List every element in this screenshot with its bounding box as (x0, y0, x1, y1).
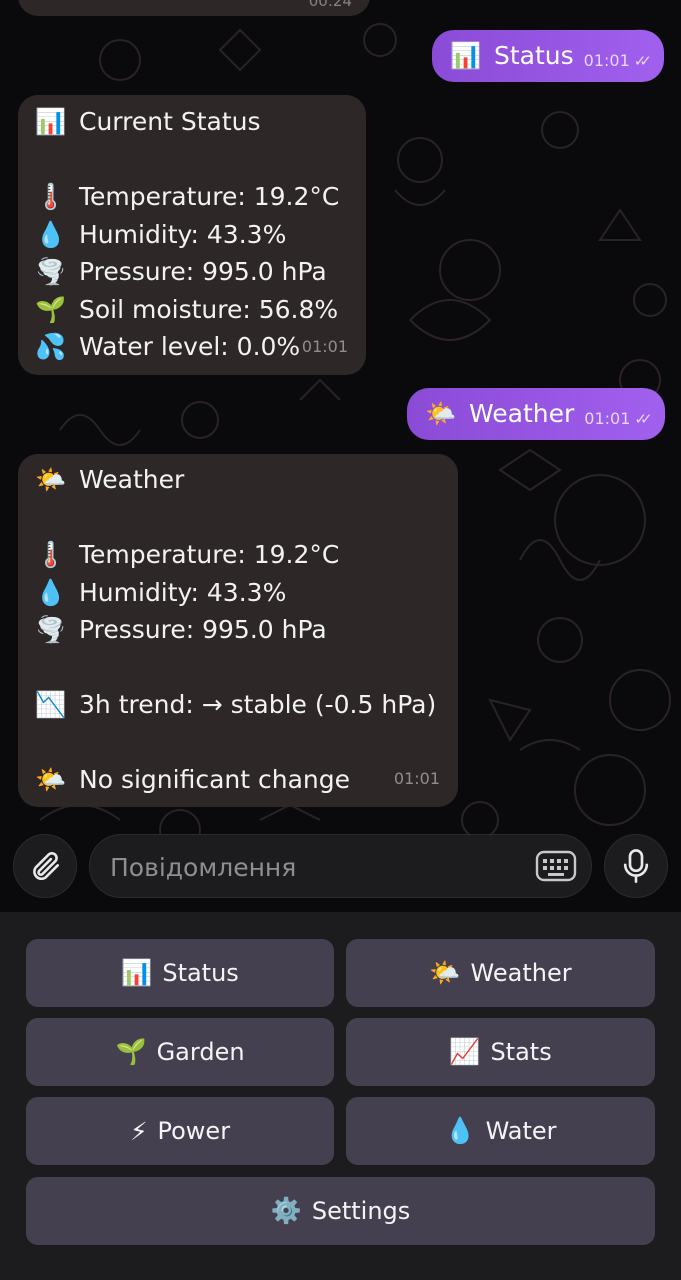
line-text: Water level: 0.0% (79, 332, 301, 361)
line-emoji-icon: 🌡️ (35, 540, 67, 569)
incoming-message-status[interactable]: 📊 Current Status 🌡️ Temperature: 19.2°C 💧 Hum… (18, 95, 366, 375)
message-line: 🌪️ Pressure: 995.0 hPa (35, 253, 366, 291)
line-emoji-icon: 🌪️ (35, 615, 67, 644)
line-text: Pressure: 995.0 hPa (79, 615, 327, 644)
line-text: Humidity: 43.3% (79, 219, 287, 249)
keyboard-button-power[interactable]: ⚡ Power (26, 1097, 334, 1165)
incoming-message-weather[interactable]: 🌤️ Weather 🌡️ Temperature: 19.2°C 💧 Humidity:… (18, 454, 458, 807)
button-label: Weather (470, 959, 572, 987)
sun-behind-cloud-icon: 🌤️ (429, 958, 461, 987)
keyboard-button-garden[interactable]: 🌱 Garden (26, 1018, 334, 1086)
message-time: 00:24 (308, 0, 352, 10)
button-label: Power (157, 1117, 231, 1145)
line-text: Humidity: 43.3% (79, 577, 287, 607)
read-checkmarks-icon: ✓✓ (634, 409, 652, 428)
bar-chart-icon: 📊 (450, 41, 482, 71)
message-input-container (89, 834, 592, 899)
chat-screen: 00:24 📊 Status 01:01 ✓✓ 📊 Current Status 🌡️… (0, 0, 681, 1280)
message-input[interactable] (108, 835, 512, 899)
message-line: 🌪️ Pressure: 995.0 hPa (35, 611, 458, 649)
message-time: 01:01 (301, 336, 348, 356)
read-checkmarks-icon: ✓✓ (633, 51, 652, 70)
message-line: 🌡️ Temperature: 19.2°C (35, 536, 458, 574)
line-emoji-icon: 🌤️ (35, 465, 67, 494)
message-time: 01:01 (393, 768, 440, 788)
lightning-icon: ⚡ (129, 1116, 148, 1146)
line-emoji-icon: 💦 (35, 332, 67, 361)
message-line: 💧 Humidity: 43.3% (35, 574, 458, 612)
outgoing-message-weather[interactable]: 🌤️ Weather 01:01 ✓✓ (407, 388, 665, 440)
microphone-icon (623, 849, 649, 883)
message-line: 📊 Current Status (35, 103, 366, 141)
sun-behind-cloud-icon: 🌤️ (425, 399, 457, 429)
button-label: Garden (156, 1038, 245, 1066)
line-emoji-icon: 💧 (35, 577, 67, 607)
message-line: 🌤️ Weather (35, 461, 458, 499)
message-text: Status (494, 41, 574, 71)
keyboard-button-settings[interactable]: ⚙️ Settings (26, 1177, 655, 1245)
microphone-button[interactable] (604, 834, 668, 898)
chat-background: 00:24 📊 Status 01:01 ✓✓ 📊 Current Status 🌡️… (0, 0, 681, 912)
line-emoji-icon: 📊 (35, 107, 67, 136)
line-text: Pressure: 995.0 hPa (79, 257, 327, 286)
paperclip-icon (33, 852, 60, 881)
line-text: Weather (79, 465, 185, 494)
line-emoji-icon: 🌡️ (35, 182, 67, 211)
line-emoji-icon: 🌪️ (35, 257, 67, 286)
line-text: Temperature: 19.2°C (79, 182, 340, 211)
keyboard-button-status[interactable]: 📊 Status (26, 939, 334, 1007)
reply-keyboard: 📊 Status 🌤️ Weather 🌱 Garden 📈 Stats ⚡ P… (0, 912, 681, 1280)
message-composer (0, 828, 681, 908)
message-line: 🌡️ Temperature: 19.2°C (35, 178, 366, 216)
droplet-icon: 💧 (444, 1116, 476, 1145)
line-emoji-icon: 🌱 (35, 294, 67, 324)
line-emoji-icon: 📉 (35, 690, 67, 719)
keyboard-button-weather[interactable]: 🌤️ Weather (346, 939, 655, 1007)
line-text: Current Status (79, 107, 261, 136)
attach-button[interactable] (13, 834, 77, 898)
keyboard-button-stats[interactable]: 📈 Stats (346, 1018, 655, 1086)
keyboard-icon[interactable] (535, 849, 577, 883)
line-text: Soil moisture: 56.8% (79, 294, 339, 324)
button-label: Status (162, 959, 239, 987)
line-emoji-icon: 🌤️ (35, 765, 67, 794)
gear-icon: ⚙️ (270, 1196, 302, 1225)
button-label: Settings (311, 1197, 411, 1225)
keyboard-button-water[interactable]: 💧 Water (346, 1097, 655, 1165)
button-label: Water (485, 1117, 557, 1145)
line-emoji-icon: 💧 (35, 219, 67, 249)
message-line: 📉 3h trend: → stable (-0.5 hPa) (35, 686, 458, 724)
bar-chart-icon: 📊 (121, 958, 153, 987)
line-text: Temperature: 19.2°C (79, 540, 340, 569)
outgoing-message-status[interactable]: 📊 Status 01:01 ✓✓ (432, 30, 664, 82)
message-text: Weather (469, 399, 575, 429)
previous-message-bubble: 00:24 (18, 0, 370, 16)
line-text: 3h trend: → stable (-0.5 hPa) (79, 690, 437, 719)
line-text: No significant change (79, 765, 350, 794)
chart-increasing-icon: 📈 (449, 1037, 481, 1066)
message-line: 🌱 Soil moisture: 56.8% (35, 291, 366, 329)
seedling-icon: 🌱 (115, 1037, 147, 1066)
button-label: Stats (490, 1038, 552, 1066)
message-time: 01:01 ✓✓ (583, 50, 652, 70)
message-line: 💧 Humidity: 43.3% (35, 216, 366, 254)
message-time: 01:01 ✓✓ (584, 408, 652, 428)
